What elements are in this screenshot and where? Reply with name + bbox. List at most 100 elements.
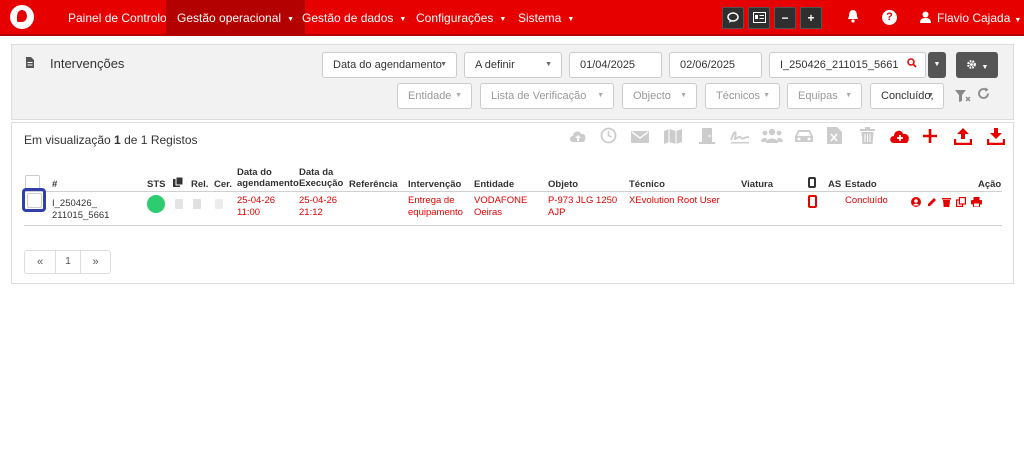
help-icon[interactable]: ?: [882, 10, 897, 25]
tecnicos-select[interactable]: Técnicos ▼: [705, 83, 780, 109]
estado-select[interactable]: Concluído, ▼: [870, 83, 944, 109]
count-suffix: Registos: [150, 133, 198, 147]
equipas-select[interactable]: Equipas ▼: [787, 83, 862, 109]
col-header-entidade: Entidade: [474, 179, 515, 190]
cell-line: AJP: [548, 207, 566, 218]
row-data-agendamento: 25-04-26 11:00: [237, 195, 275, 219]
search-dropdown-button[interactable]: ▼: [928, 52, 946, 78]
gear-icon: [966, 60, 976, 69]
id-card-button[interactable]: [748, 7, 770, 29]
caret-down-icon: ▼: [763, 92, 770, 99]
count-total: 1: [140, 133, 148, 147]
first-page-button[interactable]: «: [25, 251, 55, 273]
add-icon[interactable]: [919, 127, 941, 149]
caret-down-icon: ▼: [845, 92, 852, 99]
select-value: Objecto: [633, 90, 671, 102]
header-line: Execução: [299, 178, 344, 189]
page-1-button[interactable]: 1: [55, 251, 80, 273]
period-select[interactable]: A definir ▼: [464, 52, 562, 78]
nav-label: Painel de Controlo: [68, 11, 167, 25]
caret-down-icon: ▼: [499, 16, 507, 23]
nav-configuracoes[interactable]: Configurações ▼: [405, 0, 517, 36]
car-icon[interactable]: [793, 127, 815, 149]
user-menu[interactable]: Flavio Cajada ▼: [920, 0, 1021, 36]
user-icon: [920, 11, 931, 23]
col-header-intervencao: Intervenção: [408, 179, 462, 190]
cloud-upload-icon[interactable]: [567, 127, 589, 149]
nav-label: Configurações: [416, 11, 494, 25]
caret-down-icon: ▼: [440, 61, 447, 68]
entidade-select[interactable]: Entidade ▼: [397, 83, 472, 109]
envelope-icon[interactable]: [629, 127, 651, 149]
select-value: Entidade: [408, 90, 452, 102]
caret-down-icon: ▼: [597, 92, 604, 99]
nav-gestao-de-dados[interactable]: Gestão de dados ▼: [291, 0, 417, 36]
cell-line: 25-04-26: [299, 195, 338, 206]
nav-painel-de-controlo[interactable]: Painel de Controlo: [57, 0, 178, 36]
row-intervencao: Entrega de equipamento: [408, 195, 463, 219]
row-id[interactable]: I_250426_ 211015_5661: [52, 198, 109, 222]
select-value: A definir: [475, 59, 515, 71]
select-value: Lista de Verificação: [491, 90, 587, 102]
vodafone-logo-icon[interactable]: [10, 5, 34, 29]
signature-icon[interactable]: [729, 127, 751, 149]
settings-button[interactable]: ▼: [956, 52, 998, 78]
header-line: Data da: [299, 167, 334, 178]
col-header-data-agendamento: Data do agendamento: [237, 167, 299, 189]
col-header-rel: Rel.: [191, 179, 209, 190]
download-icon[interactable]: [985, 127, 1007, 150]
row-tecnico[interactable]: XEvolution Root User: [629, 195, 720, 207]
users-icon[interactable]: [761, 127, 783, 149]
lista-verificacao-select[interactable]: Lista de Verificação ▼: [480, 83, 614, 109]
cell-line: I_250426_: [52, 198, 97, 209]
edit-pencil-icon[interactable]: [927, 197, 937, 211]
print-icon[interactable]: [971, 197, 982, 211]
excel-icon[interactable]: [823, 127, 845, 149]
nav-gestao-operacional[interactable]: Gestão operacional ▼: [166, 0, 306, 36]
cloud-add-icon[interactable]: [889, 127, 911, 149]
search-input[interactable]: I_250426_211015_5661: [769, 52, 926, 78]
clear-filter-icon[interactable]: [955, 89, 971, 106]
caret-down-icon: ▼: [567, 16, 575, 23]
caret-down-icon: ▼: [680, 92, 687, 99]
zoom-in-button[interactable]: +: [800, 7, 822, 29]
certificate-doc-icon: [215, 199, 223, 209]
search-icon[interactable]: [907, 53, 917, 77]
user-name: Flavio Cajada: [937, 11, 1011, 25]
last-page-button[interactable]: »: [80, 251, 110, 273]
trash-icon[interactable]: [856, 127, 878, 149]
pagination: « 1 »: [24, 250, 111, 274]
caret-down-icon: ▼: [981, 64, 989, 71]
mobile-app-icon: [808, 195, 817, 208]
table-row-divider: [24, 225, 1002, 226]
row-entidade[interactable]: VODAFONE Oeiras: [474, 195, 527, 219]
date-type-select[interactable]: Data do agendamento ▼: [322, 52, 457, 78]
cell-line: VODAFONE: [474, 195, 528, 206]
cell-line: P-973 JLG 1250: [548, 195, 618, 206]
bell-icon[interactable]: [847, 9, 859, 28]
select-value: Equipas: [798, 90, 838, 102]
search-value: I_250426_211015_5661: [780, 59, 899, 71]
date-to-input[interactable]: 02/06/2025: [669, 52, 762, 78]
date-from-input[interactable]: 01/04/2025: [569, 52, 662, 78]
user-action-icon[interactable]: [911, 197, 921, 211]
caret-down-icon: ▼: [455, 92, 462, 99]
duplicate-icon[interactable]: [956, 197, 967, 211]
select-value: Data do agendamento: [333, 59, 442, 71]
copy-doc-icon: [175, 199, 183, 209]
door-icon[interactable]: [696, 127, 718, 149]
map-icon[interactable]: [662, 127, 684, 149]
row-objeto[interactable]: P-973 JLG 1250 AJP: [548, 195, 617, 219]
delete-icon[interactable]: [942, 197, 951, 211]
select-value: Concluído,: [881, 90, 934, 102]
upload-icon[interactable]: [952, 127, 974, 150]
zoom-out-button[interactable]: −: [774, 7, 796, 29]
refresh-icon[interactable]: [977, 87, 990, 104]
caret-down-icon: ▼: [1014, 17, 1022, 24]
clock-icon[interactable]: [597, 127, 619, 149]
records-count: Em visualização 1 de 1 Registos: [24, 133, 198, 147]
id-card-icon: [752, 12, 766, 23]
nav-sistema[interactable]: Sistema ▼: [507, 0, 585, 36]
objecto-select[interactable]: Objecto ▼: [622, 83, 697, 109]
chat-button[interactable]: [722, 7, 744, 29]
